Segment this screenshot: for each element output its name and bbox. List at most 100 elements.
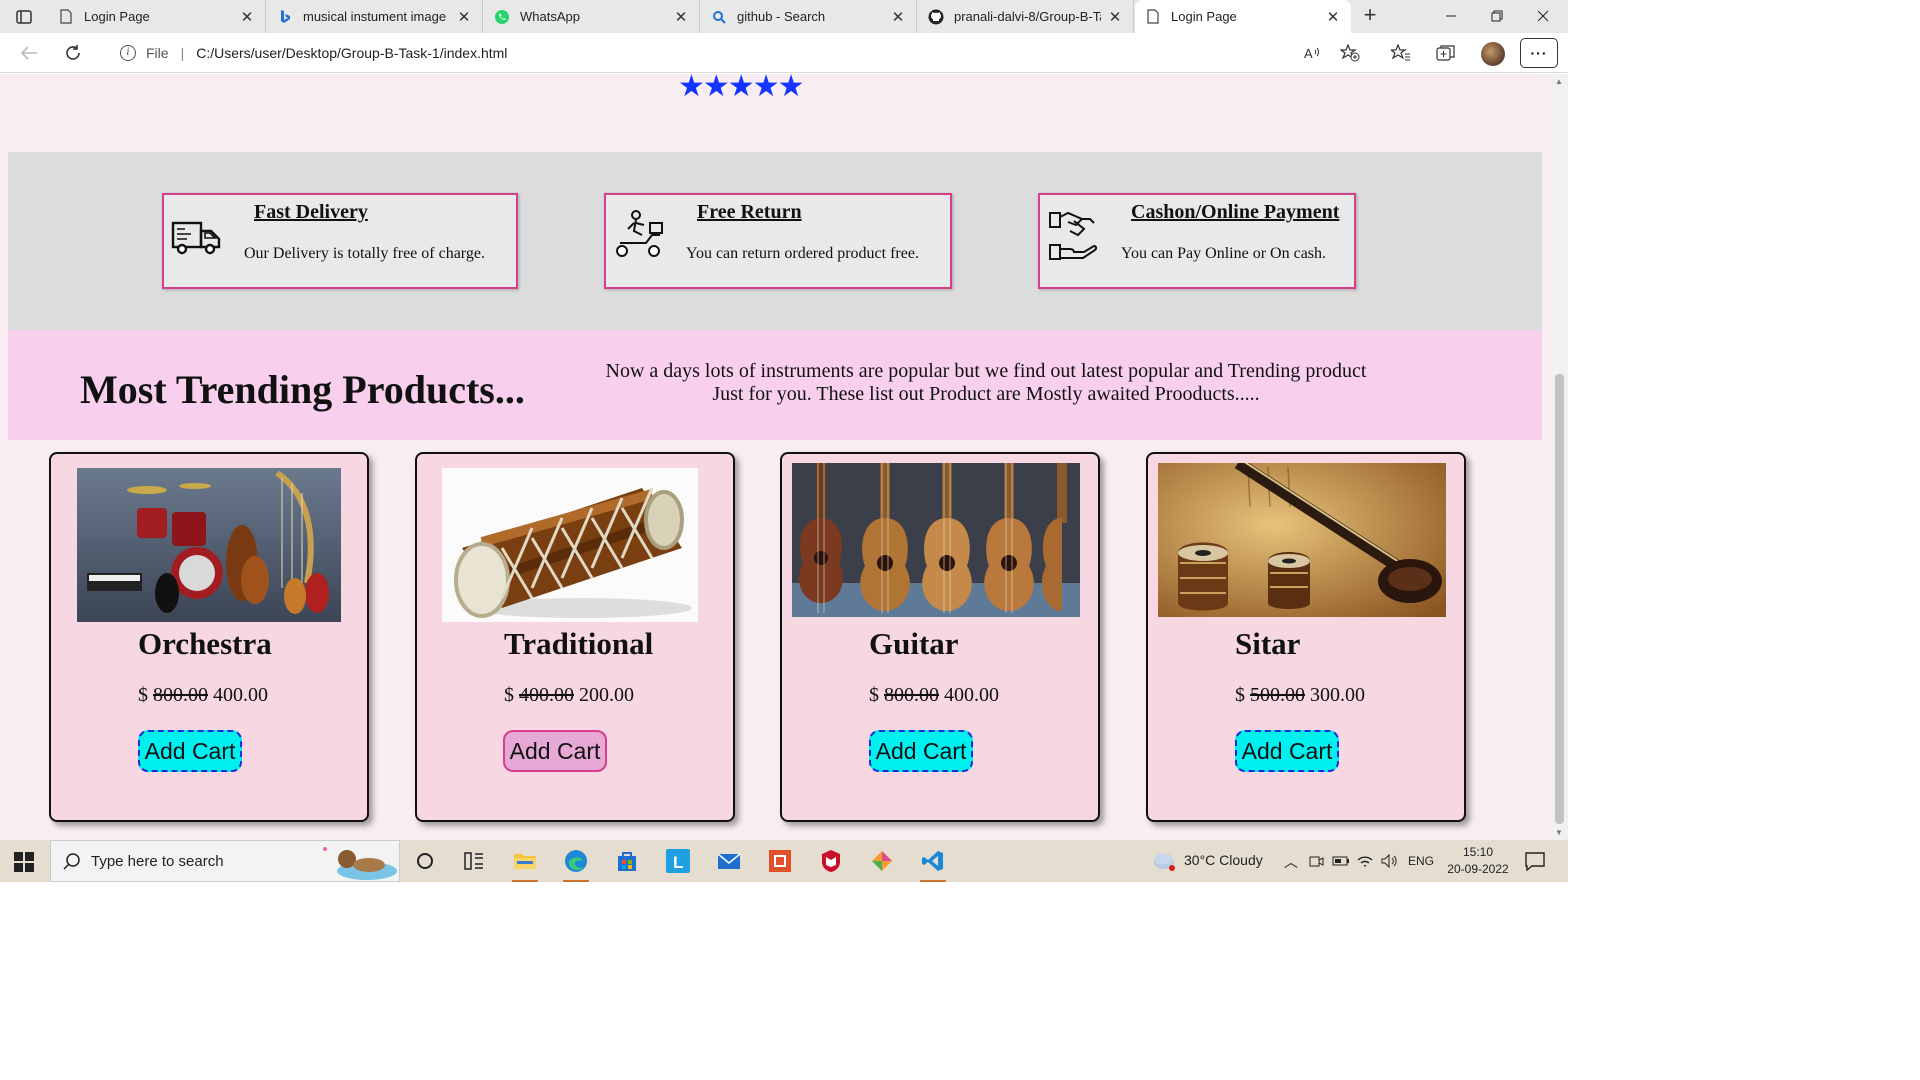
tab-whatsapp[interactable]: WhatsApp ✕ <box>484 0 700 33</box>
microsoft-store-button[interactable] <box>612 846 642 876</box>
currency-symbol: $ <box>504 684 514 706</box>
product-price: $ 800.00 400.00 <box>869 684 999 707</box>
weather-text[interactable]: 30°C Cloudy <box>1184 852 1263 868</box>
read-aloud-button[interactable]: A <box>1300 41 1326 65</box>
address-separator: | <box>180 45 185 61</box>
minimize-button[interactable] <box>1428 4 1474 28</box>
tab-label: github - Search <box>737 9 826 24</box>
new-tab-button[interactable]: + <box>1358 4 1382 28</box>
file-explorer-button[interactable] <box>510 846 540 882</box>
tab-login-page-active[interactable]: Login Page ✕ <box>1135 0 1351 33</box>
tab-github-search[interactable]: github - Search ✕ <box>701 0 917 33</box>
feature-card-fast-delivery: Fast Delivery Our Delivery is totally fr… <box>162 193 518 289</box>
mail-button[interactable] <box>714 846 744 876</box>
clock-time: 15:10 <box>1462 845 1494 859</box>
dholak-drum-image <box>442 468 698 622</box>
battery-icon[interactable] <box>1332 853 1350 869</box>
tab-close-icon[interactable]: ✕ <box>673 8 689 26</box>
feature-text: Our Delivery is totally free of charge. <box>244 245 485 262</box>
product-price: $ 400.00 200.00 <box>504 684 634 707</box>
tab-label: Login Page <box>84 9 150 24</box>
close-icon <box>1537 10 1549 22</box>
favorites-list-icon <box>1391 44 1410 61</box>
page-scrollbar[interactable]: ▲ ▼ <box>1551 74 1568 840</box>
new-price: 400.00 <box>213 684 268 706</box>
tab-actions-icon <box>16 10 32 24</box>
wifi-icon[interactable] <box>1356 852 1374 870</box>
windows-start-icon[interactable] <box>14 852 34 872</box>
vscode-button[interactable] <box>918 846 948 882</box>
tab-close-icon[interactable]: ✕ <box>890 8 906 26</box>
delivery-truck-icon <box>171 221 221 255</box>
browser-tab-bar: Login Page ✕ musical instument image - B… <box>0 0 1568 33</box>
taskbar-clock[interactable]: 15:10 20-09-2022 <box>1440 844 1516 878</box>
add-cart-button[interactable]: Add Cart <box>1235 730 1339 772</box>
back-arrow-icon <box>20 46 37 60</box>
scrollbar-thumb[interactable] <box>1555 374 1564 824</box>
currency-symbol: $ <box>138 684 148 706</box>
office-button[interactable] <box>765 846 795 876</box>
address-bar[interactable]: i File | C:/Users/user/Desktop/Group-B-T… <box>104 37 1366 69</box>
meet-now-icon[interactable] <box>1308 853 1324 869</box>
tab-github-repo[interactable]: pranali-dalvi-8/Group-B-Ta ✕ <box>918 0 1134 33</box>
settings-more-button[interactable]: ··· <box>1520 38 1558 68</box>
old-price: 800.00 <box>884 684 939 706</box>
github-icon <box>928 9 944 25</box>
trending-banner: Most Trending Products... Now a days lot… <box>8 330 1542 440</box>
search-placeholder: Type here to search <box>91 852 224 870</box>
back-button[interactable] <box>16 41 42 65</box>
mcafee-shield-icon <box>822 850 840 872</box>
add-cart-button[interactable]: Add Cart <box>869 730 973 772</box>
tab-bing-search[interactable]: musical instument image - B ✕ <box>267 0 483 33</box>
language-indicator[interactable]: ENG <box>1408 854 1434 868</box>
l-app-button[interactable]: L <box>663 846 693 876</box>
product-card-orchestra: Orchestra $ 800.00 400.00 Add Cart <box>49 452 369 822</box>
volume-icon[interactable] <box>1380 852 1398 870</box>
task-view-button[interactable] <box>459 846 489 876</box>
product-name: Orchestra <box>138 626 272 661</box>
tab-label: musical instument image - B <box>303 9 450 24</box>
old-price: 800.00 <box>153 684 208 706</box>
old-price: 400.00 <box>519 684 574 706</box>
taskbar-search-box[interactable]: Type here to search <box>50 840 400 882</box>
profile-avatar[interactable] <box>1481 42 1505 66</box>
add-cart-button[interactable]: Add Cart <box>503 730 607 772</box>
trending-description: Now a days lots of instruments are popul… <box>568 360 1404 406</box>
mcafee-button[interactable] <box>816 846 846 876</box>
new-price: 400.00 <box>944 684 999 706</box>
scroll-down-arrow-icon[interactable]: ▼ <box>1555 828 1563 837</box>
page-icon <box>1145 9 1161 25</box>
trending-description-line: Just for you. These list out Product are… <box>712 383 1260 405</box>
svg-text:L: L <box>673 853 683 872</box>
restore-button[interactable] <box>1474 4 1520 28</box>
tab-login-page-1[interactable]: Login Page ✕ <box>48 0 266 33</box>
close-window-button[interactable] <box>1520 4 1566 28</box>
product-card-traditional: Traditional $ 400.00 200.00 Add Cart <box>415 452 735 822</box>
notifications-icon[interactable] <box>1524 851 1546 871</box>
site-info-icon[interactable]: i <box>120 45 136 61</box>
favorites-button[interactable] <box>1388 41 1414 65</box>
add-favorite-button[interactable] <box>1337 41 1363 65</box>
feature-title: Free Return <box>697 201 802 223</box>
page-viewport: ★★★★★ Fast Delivery Our Delivery is tota… <box>0 74 1568 840</box>
tab-close-icon[interactable]: ✕ <box>456 8 472 26</box>
scroll-up-arrow-icon[interactable]: ▲ <box>1555 77 1563 86</box>
bing-icon <box>277 9 293 25</box>
show-hidden-icons-chevron-icon[interactable]: ︿ <box>1284 852 1298 872</box>
tab-close-icon[interactable]: ✕ <box>239 8 255 26</box>
tab-close-icon[interactable]: ✕ <box>1107 8 1123 26</box>
collections-button[interactable] <box>1433 41 1459 65</box>
tab-close-icon[interactable]: ✕ <box>1325 8 1341 26</box>
edge-icon <box>565 850 587 872</box>
product-name: Sitar <box>1235 626 1301 661</box>
ukulele-row-image <box>792 463 1080 617</box>
edge-browser-button[interactable] <box>561 846 591 882</box>
add-cart-button[interactable]: Add Cart <box>138 730 242 772</box>
tab-actions-menu-button[interactable] <box>10 6 38 28</box>
refresh-button[interactable] <box>60 41 86 65</box>
cortana-button[interactable] <box>410 846 440 876</box>
git-app-button[interactable] <box>867 846 897 876</box>
weather-cloud-icon <box>1154 853 1175 871</box>
l-app-icon: L <box>666 849 690 873</box>
rating-section: ★★★★★ <box>8 74 1542 152</box>
